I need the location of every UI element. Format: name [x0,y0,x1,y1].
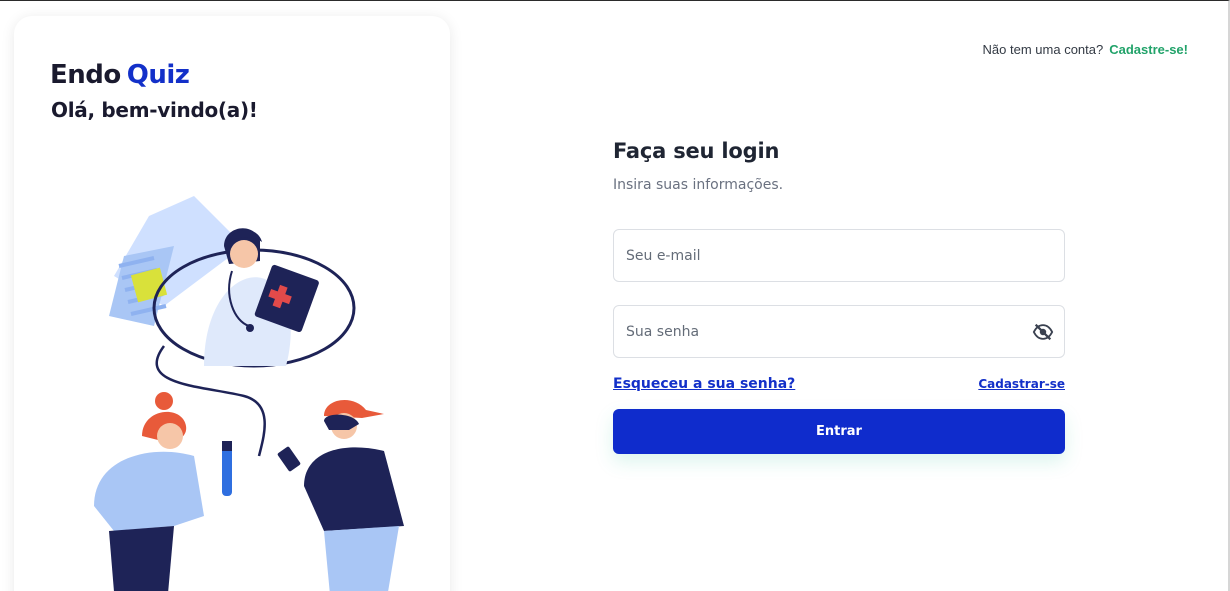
forgot-password-link[interactable]: Esqueceu a sua senha? [613,376,795,392]
welcome-greeting: Olá, bem-vindo(a)! [51,98,258,122]
endoquiz-logo: Endo Quiz [50,60,190,90]
login-form: Faça seu login Insira suas informações. … [613,139,1065,454]
eye-off-icon[interactable] [1032,321,1054,343]
email-field-container [613,229,1065,282]
password-field-container [613,305,1065,358]
medical-team-illustration [94,196,404,591]
signup-prompt: Não tem uma conta? Cadastre-se! [983,42,1188,57]
login-page: Endo Quiz Olá, bem-vindo(a)! Não tem uma… [0,0,1230,591]
logo-text-quiz: Quiz [126,60,190,90]
no-account-text: Não tem uma conta? [982,42,1104,57]
form-links-row: Esqueceu a sua senha? Cadastrar-se [613,376,1065,392]
email-input[interactable] [614,230,1064,281]
password-input[interactable] [614,306,1064,357]
login-subtitle: Insira suas informações. [613,177,784,193]
login-title: Faça seu login [613,139,780,163]
signup-link[interactable]: Cadastre-se! [1109,42,1188,57]
welcome-card: Endo Quiz Olá, bem-vindo(a)! [14,16,450,591]
logo-text-endo: Endo [50,60,121,90]
login-submit-button[interactable]: Entrar [613,409,1065,454]
register-link[interactable]: Cadastrar-se [978,377,1065,391]
